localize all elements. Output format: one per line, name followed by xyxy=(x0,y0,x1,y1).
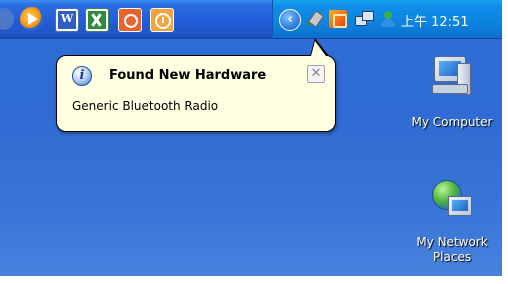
tray-clock[interactable]: 上午 12:51 xyxy=(401,11,469,30)
screen-bottom-edge xyxy=(0,276,508,284)
balloon-message: Generic Bluetooth Radio xyxy=(72,99,219,113)
system-tray: ‹ 上午 12:51 xyxy=(272,0,503,38)
balloon-tail-fill xyxy=(311,41,326,56)
network-icon[interactable] xyxy=(355,10,374,28)
my-network-places-label-line2: Places xyxy=(432,250,472,264)
my-computer-label: My Computer xyxy=(411,115,493,129)
info-icon: i xyxy=(72,66,92,86)
balloon-title: Found New Hardware xyxy=(109,68,267,83)
excel-icon[interactable] xyxy=(85,8,109,32)
computer-base-icon xyxy=(432,84,468,94)
taskbar: W ‹ 上午 12:51 xyxy=(0,0,503,39)
powerpoint-icon[interactable] xyxy=(118,8,142,32)
my-network-places-label-line1: My Network xyxy=(416,235,488,249)
word-icon[interactable]: W xyxy=(55,8,79,32)
hardware-icon[interactable] xyxy=(305,10,323,28)
partial-icon[interactable] xyxy=(0,8,14,30)
tray-expand-button[interactable]: ‹ xyxy=(279,9,301,31)
word-icon-glyph: W xyxy=(58,11,76,29)
my-network-places-label: My Network Places xyxy=(404,235,500,265)
screen-right-edge xyxy=(502,0,508,284)
media-player-icon[interactable] xyxy=(20,7,44,31)
balloon-close-button[interactable]: ✕ xyxy=(307,65,325,83)
messenger-icon[interactable] xyxy=(379,10,397,28)
notification-balloon[interactable]: i Found New Hardware ✕ Generic Bluetooth… xyxy=(56,55,336,132)
network-computer-icon xyxy=(448,196,472,216)
clock-app-icon[interactable] xyxy=(150,8,174,32)
ime-icon[interactable] xyxy=(329,10,347,28)
